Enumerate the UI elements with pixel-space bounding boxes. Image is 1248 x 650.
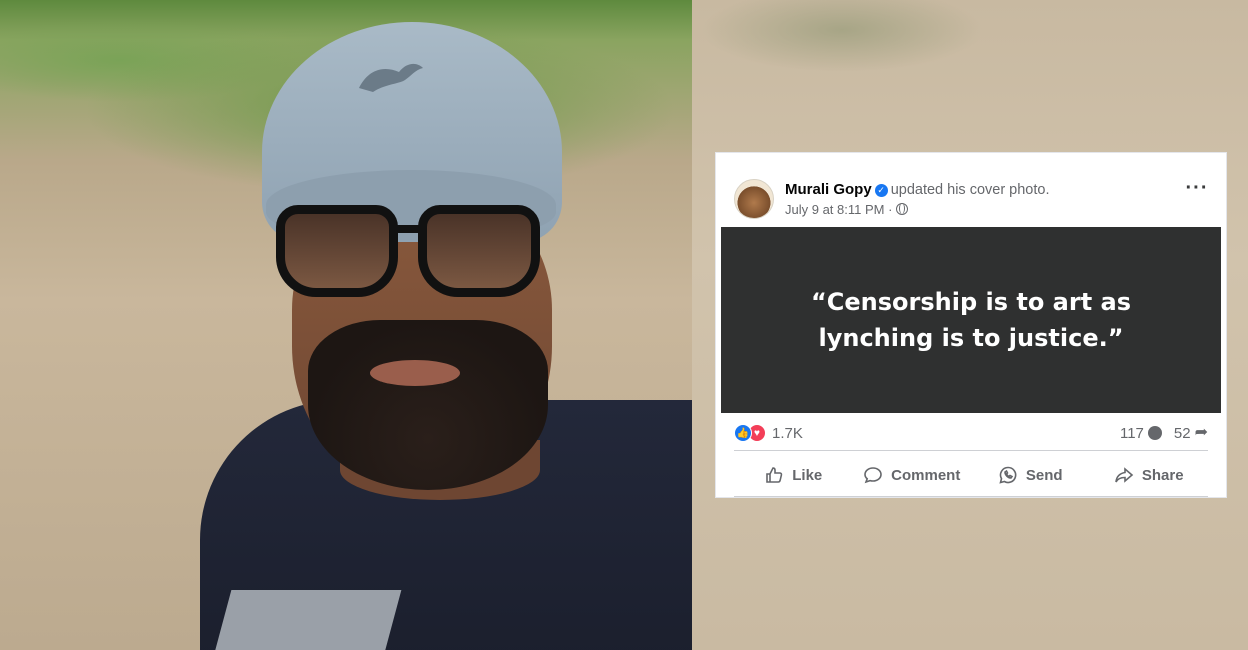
profile-photo	[0, 0, 692, 650]
cap-logo-icon	[359, 63, 423, 92]
comment-button[interactable]: Comment	[853, 457, 972, 493]
lens-right	[418, 205, 540, 297]
like-label: Like	[792, 466, 823, 484]
more-options-icon[interactable]: ···	[1183, 177, 1211, 205]
comment-bubble-icon	[1147, 426, 1162, 440]
like-button[interactable]: Like	[734, 457, 853, 493]
post-actions-bar: Like Comment Send Share	[734, 457, 1208, 493]
share-arrow-icon: ➦	[1194, 424, 1208, 441]
comment-icon	[864, 467, 882, 484]
quote-text: “Censorship is to art as lynching is to …	[810, 288, 1131, 352]
thumbs-up-icon	[766, 467, 783, 483]
author-name[interactable]: Murali Gopy	[785, 181, 872, 198]
author-avatar[interactable]	[734, 179, 774, 219]
mouth	[370, 360, 460, 386]
whatsapp-icon	[999, 466, 1017, 484]
post-container: Murali Gopy ✓ updated his cover photo. Jul…	[721, 165, 1221, 499]
lens-left	[276, 205, 398, 297]
beard	[308, 320, 548, 490]
reactions-summary[interactable]: 👍 ♥ 1.7K	[734, 423, 803, 443]
post-header: Murali Gopy ✓ updated his cover photo.	[785, 181, 1050, 198]
share-count[interactable]: 52	[1174, 425, 1191, 442]
verified-badge-icon: ✓	[874, 184, 888, 197]
meta-separator: ·	[888, 202, 893, 217]
divider	[734, 450, 1208, 451]
thumbs-up-icon: 👍	[734, 424, 752, 442]
comment-count[interactable]: 117	[1120, 425, 1144, 442]
cover-photo-quote[interactable]: “Censorship is to art as lynching is to …	[721, 227, 1221, 413]
send-label: Send	[1025, 466, 1063, 484]
globe-icon	[896, 203, 909, 215]
send-button[interactable]: Send	[971, 457, 1090, 493]
divider	[734, 496, 1208, 497]
reaction-count: 1.7K	[772, 424, 803, 442]
post-meta: July 9 at 8:11 PM ·	[785, 202, 909, 217]
comment-label: Comment	[891, 466, 961, 484]
engagement-stats: 117 52 ➦	[1120, 423, 1208, 443]
shirt-print	[212, 590, 402, 650]
share-button[interactable]: Share	[1090, 457, 1209, 493]
post-action-text: updated his cover photo.	[890, 182, 1050, 198]
post-timestamp[interactable]: July 9 at 8:11 PM	[785, 202, 884, 217]
facebook-post-card: Murali Gopy ✓ updated his cover photo. Jul…	[715, 152, 1227, 498]
share-label: Share	[1141, 466, 1184, 484]
sunglasses	[276, 205, 544, 301]
share-icon	[1115, 467, 1134, 483]
